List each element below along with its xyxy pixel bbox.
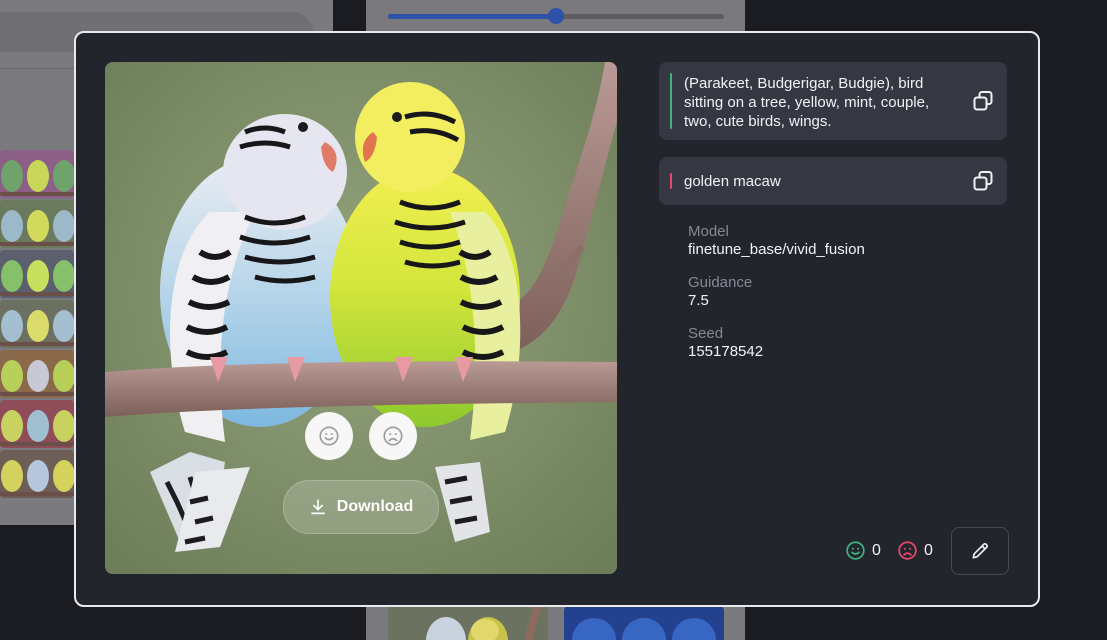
like-count: 0	[845, 540, 881, 561]
background-slider-fill	[388, 14, 556, 19]
background-thumbnail	[0, 400, 74, 448]
guidance-value: 7.5	[688, 292, 709, 309]
guidance-label: Guidance	[688, 274, 753, 291]
guidance-detail: Guidance 7.5	[688, 274, 752, 310]
background-thumbnail	[0, 250, 74, 298]
background-thumbnail	[0, 300, 74, 348]
frown-face-icon	[898, 541, 917, 560]
download-button[interactable]: Download	[283, 480, 439, 534]
smile-face-icon	[846, 541, 865, 560]
model-label: Model	[688, 223, 729, 240]
background-thumbnail	[0, 450, 74, 498]
negative-prompt-accent-bar	[670, 173, 672, 189]
like-count-value: 0	[872, 541, 881, 559]
negative-prompt-text: golden macaw	[684, 173, 781, 190]
background-slider-thumb	[548, 8, 564, 24]
negative-prompt-card: golden macaw	[659, 157, 1007, 205]
frown-face-icon	[383, 426, 403, 446]
seed-label: Seed	[688, 325, 724, 342]
smile-face-icon	[319, 426, 339, 446]
background-thumbnail	[0, 150, 74, 198]
edit-button[interactable]	[951, 527, 1009, 575]
background-thumbnail-bottom-1	[388, 605, 548, 640]
generated-image: Download	[105, 62, 617, 574]
image-detail-modal: Download (Parakeet, Budgerigar, Budgie),…	[74, 31, 1040, 607]
seed-detail: Seed 155178542	[688, 325, 763, 361]
positive-prompt-card: (Parakeet, Budgerigar, Budgie), bird sit…	[659, 62, 1007, 140]
dislike-button[interactable]	[369, 412, 417, 460]
copy-negative-prompt-icon[interactable]	[971, 169, 995, 193]
background-thumbnail-column	[0, 150, 74, 500]
background-thumbnail-bottom-2	[564, 605, 724, 640]
copy-positive-prompt-icon[interactable]	[971, 89, 995, 113]
download-label: Download	[336, 498, 414, 515]
positive-prompt-accent-bar	[670, 73, 672, 129]
dislike-count: 0	[897, 540, 933, 561]
download-icon	[310, 499, 325, 515]
background-thumbnail	[0, 350, 74, 398]
dislike-count-value: 0	[924, 541, 933, 559]
seed-value: 155178542	[688, 343, 764, 360]
model-value: finetune_base/vivid_fusion	[688, 241, 865, 258]
positive-prompt-text: (Parakeet, Budgerigar, Budgie), bird sit…	[684, 75, 930, 130]
pencil-icon	[972, 543, 988, 559]
background-thumbnail	[0, 200, 74, 248]
model-detail: Model finetune_base/vivid_fusion	[688, 223, 865, 259]
like-button[interactable]	[305, 412, 353, 460]
